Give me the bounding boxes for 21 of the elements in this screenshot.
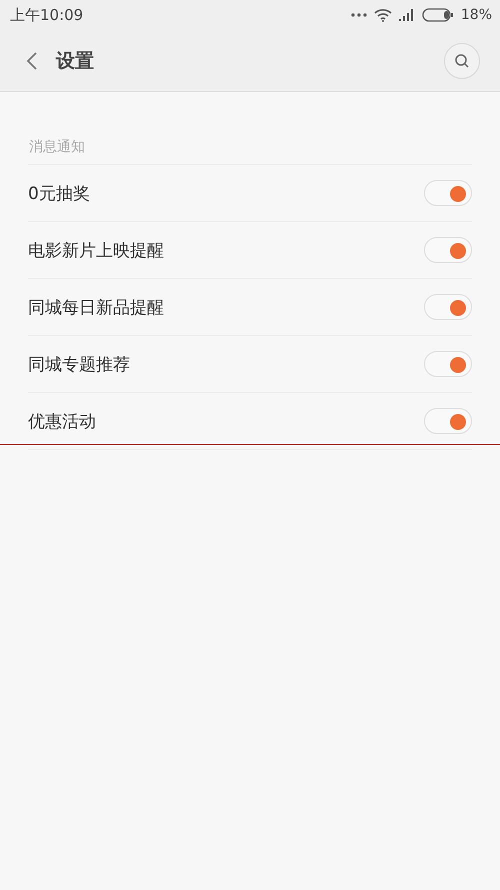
- battery-percent: 18%: [460, 7, 492, 23]
- status-time: 上午10:09: [10, 6, 84, 24]
- setting-label: 电影新片上映提醒: [28, 240, 164, 262]
- search-icon: [454, 52, 470, 68]
- setting-label: 同城专题推荐: [28, 354, 130, 376]
- signal-icon: [398, 9, 415, 21]
- setting-label: 优惠活动: [28, 410, 96, 432]
- setting-label: 0元抽奖: [28, 182, 90, 204]
- toggle-switch[interactable]: [424, 237, 472, 263]
- page-title: 设置: [56, 48, 95, 74]
- toggle-switch[interactable]: [424, 351, 472, 377]
- section-title: 消息通知: [29, 138, 86, 157]
- toggle-switch[interactable]: [424, 408, 472, 434]
- toggle-switch[interactable]: [424, 180, 472, 206]
- setting-label: 同城每日新品提醒: [28, 296, 164, 318]
- search-button[interactable]: [444, 42, 480, 78]
- battery-icon: [422, 8, 454, 22]
- back-icon[interactable]: [26, 50, 38, 70]
- more-dots-icon: [350, 13, 367, 17]
- wifi-icon: [374, 8, 392, 22]
- toggle-switch[interactable]: [424, 294, 472, 320]
